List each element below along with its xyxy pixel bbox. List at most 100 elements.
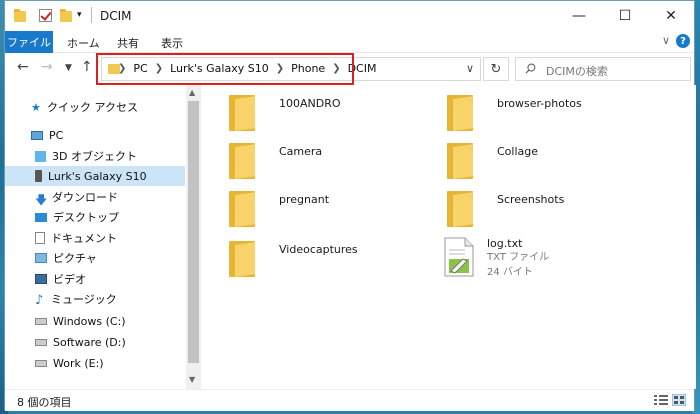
sidebar-item-label: クイック アクセス: [47, 101, 138, 114]
music-icon: ♪: [35, 293, 44, 308]
title-bar[interactable]: ▾ DCIM — ☐ ✕: [5, 1, 694, 31]
sidebar-item-drive-d[interactable]: Software (D:): [5, 332, 185, 352]
desktop-icon: [35, 212, 47, 222]
close-button[interactable]: ✕: [648, 1, 694, 31]
sidebar-item-label: デスクトップ: [53, 211, 119, 224]
sidebar-item-drive-c[interactable]: Windows (C:): [5, 311, 185, 331]
folder-icon: [229, 95, 255, 131]
folder-pregnant[interactable]: pregnant: [229, 191, 329, 227]
videos-icon: [35, 274, 47, 284]
sidebar-item-label: ミュージック: [51, 293, 117, 306]
folder-browser-photos[interactable]: browser-photos: [447, 95, 582, 131]
file-type: TXT ファイル: [487, 252, 550, 263]
folder-name: Collage: [497, 145, 539, 158]
sidebar-item-desktop[interactable]: デスクトップ: [5, 207, 185, 227]
documents-icon: [35, 232, 45, 244]
forward-arrow-icon[interactable]: →: [41, 59, 53, 75]
download-icon: 🡇: [35, 193, 48, 207]
folder-videocaptures[interactable]: Videocaptures: [229, 241, 358, 277]
sidebar-item-pictures[interactable]: ピクチャ: [5, 248, 185, 268]
file-size: 24 バイト: [487, 267, 533, 278]
text-file-icon: [444, 237, 474, 277]
pc-icon: [31, 130, 43, 140]
properties-checkbox-icon[interactable]: [39, 9, 53, 23]
sidebar-item-label: ピクチャ: [53, 252, 97, 265]
sidebar-item-videos[interactable]: ビデオ: [5, 269, 185, 289]
pictures-icon: [35, 253, 47, 263]
item-count: 8 個の項目: [17, 396, 72, 409]
folder-100andro[interactable]: 100ANDRO: [229, 95, 341, 131]
drive-icon: [35, 359, 47, 367]
folder-icon: [229, 191, 255, 227]
sidebar-item-documents[interactable]: ドキュメント: [5, 228, 185, 248]
tab-file[interactable]: ファイル: [5, 31, 53, 53]
folder-camera[interactable]: Camera: [229, 143, 322, 179]
sidebar-item-label: ダウンロード: [52, 191, 118, 204]
folder-icon: [447, 143, 473, 179]
folder-collage[interactable]: Collage: [447, 143, 538, 179]
sidebar-scrollbar[interactable]: ▲ ▼: [186, 85, 201, 389]
back-arrow-icon[interactable]: ←: [17, 59, 29, 75]
quick-access-toolbar-dropdown-icon[interactable]: ▾: [77, 10, 91, 24]
refresh-button[interactable]: ↻: [483, 57, 509, 81]
sidebar-item-label: Software (D:): [53, 335, 126, 349]
folder-name: browser-photos: [497, 97, 582, 110]
tab-home[interactable]: ホーム: [67, 35, 100, 51]
file-list: 100ANDRO browser-photos Camera Collage p…: [201, 85, 696, 389]
folder-name: pregnant: [279, 193, 330, 206]
sidebar-item-drive-e[interactable]: Work (E:): [5, 353, 185, 373]
folder-name: Videocaptures: [279, 243, 358, 256]
sidebar-item-galaxy-s10[interactable]: Lurk's Galaxy S10: [5, 166, 185, 186]
drive-icon: [35, 338, 47, 346]
navigation-pane: ★ クイック アクセス PC 3D オブジェクト Lurk's Galaxy S…: [5, 85, 201, 389]
scroll-up-icon[interactable]: ▲: [189, 88, 195, 97]
sidebar-item-label: Windows (C:): [53, 314, 126, 328]
file-log-txt[interactable]: log.txt TXT ファイル 24 バイト: [443, 237, 549, 280]
search-input[interactable]: DCIMの検索: [515, 57, 691, 81]
maximize-button[interactable]: ☐: [602, 1, 648, 31]
address-history-chevron-icon[interactable]: ∨: [466, 62, 474, 75]
up-arrow-icon[interactable]: ↑: [81, 59, 93, 75]
file-name: log.txt: [487, 237, 523, 250]
tab-view[interactable]: 表示: [161, 35, 183, 51]
search-icon: [525, 63, 536, 74]
phone-icon: [35, 170, 42, 182]
sidebar-item-label: Lurk's Galaxy S10: [48, 169, 147, 183]
folder-icon: [229, 241, 255, 277]
sidebar-item-3d-objects[interactable]: 3D オブジェクト: [5, 146, 185, 166]
explorer-window: ▾ DCIM — ☐ ✕ ファイル ホーム 共有 表示 ∨ ? ← → ▼ ↑ …: [4, 0, 696, 411]
ribbon-tabs: ファイル ホーム 共有 表示 ∨ ?: [5, 31, 694, 53]
sidebar-item-label: ドキュメント: [51, 232, 117, 245]
scrollbar-thumb[interactable]: [188, 101, 199, 363]
sidebar-item-label: 3D オブジェクト: [52, 150, 137, 163]
3d-objects-icon: [35, 150, 46, 162]
large-icons-view-icon[interactable]: [672, 394, 686, 406]
tab-share[interactable]: 共有: [117, 35, 139, 51]
scroll-down-icon[interactable]: ▼: [189, 375, 195, 384]
sidebar-item-pc[interactable]: PC: [5, 125, 185, 145]
sidebar-item-music[interactable]: ♪ ミュージック: [5, 289, 185, 309]
drive-icon: [35, 317, 47, 325]
sidebar-item-label: PC: [49, 128, 64, 142]
details-view-icon[interactable]: [654, 394, 668, 406]
sidebar-item-label: ビデオ: [53, 273, 86, 286]
help-icon[interactable]: ?: [676, 34, 690, 48]
sidebar-item-label: Work (E:): [53, 356, 104, 370]
recent-locations-chevron-icon[interactable]: ▼: [65, 63, 72, 73]
star-icon: ★: [31, 101, 41, 114]
expand-ribbon-icon[interactable]: ∨: [662, 34, 670, 47]
folder-screenshots[interactable]: Screenshots: [447, 191, 564, 227]
title-separator: [91, 7, 92, 23]
folder-icon: [447, 95, 473, 131]
window-title: DCIM: [100, 9, 132, 23]
address-highlight-box: [96, 53, 354, 85]
search-placeholder: DCIMの検索: [546, 65, 608, 78]
minimize-button[interactable]: —: [556, 1, 602, 31]
sidebar-item-downloads[interactable]: 🡇 ダウンロード: [5, 187, 185, 207]
sidebar-item-quick-access[interactable]: ★ クイック アクセス: [5, 97, 185, 117]
folder-name: Screenshots: [497, 193, 565, 206]
folder-icon: [229, 143, 255, 179]
new-folder-icon[interactable]: [59, 9, 73, 23]
folder-name: Camera: [279, 145, 323, 158]
folder-icon: [447, 191, 473, 227]
